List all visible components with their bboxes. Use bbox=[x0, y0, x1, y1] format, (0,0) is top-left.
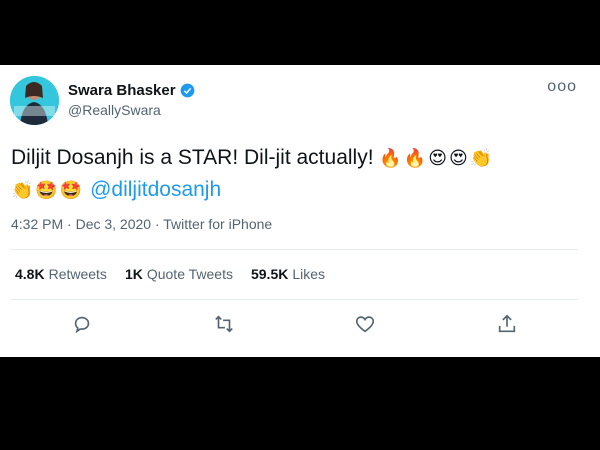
stats-row: 4.8K Retweets 1K Quote Tweets 59.5K Likes bbox=[15, 266, 325, 282]
likes-label: Likes bbox=[292, 266, 326, 282]
quotes-label: Quote Tweets bbox=[146, 266, 233, 282]
reply-icon[interactable] bbox=[71, 313, 93, 335]
divider bbox=[11, 249, 578, 250]
share-icon[interactable] bbox=[496, 313, 518, 335]
tweet-timestamp[interactable]: 4:32 PM · Dec 3, 2020 · Twitter for iPho… bbox=[11, 216, 272, 232]
author-row: Swara Bhasker bbox=[68, 82, 195, 99]
more-icon[interactable]: ooo bbox=[547, 79, 577, 95]
like-icon[interactable] bbox=[354, 313, 376, 335]
author-handle[interactable]: @ReallySwara bbox=[68, 102, 161, 118]
tweet-body: Diljit Dosanjh is a STAR! Dil-jit actual… bbox=[11, 146, 374, 169]
tweet-text: Diljit Dosanjh is a STAR! Dil-jit actual… bbox=[11, 142, 581, 206]
author-name[interactable]: Swara Bhasker bbox=[68, 82, 176, 99]
likes-count: 59.5K bbox=[250, 266, 289, 282]
tweet-emojis-2: 👏🤩🤩 bbox=[11, 180, 85, 201]
retweets-label: Retweets bbox=[48, 266, 107, 282]
quotes-stat[interactable]: 1K Quote Tweets bbox=[125, 266, 233, 282]
action-bar bbox=[0, 309, 600, 339]
tweet-card: Swara Bhasker @ReallySwara ooo Diljit Do… bbox=[0, 65, 600, 357]
likes-stat[interactable]: 59.5K Likes bbox=[251, 266, 325, 282]
retweets-stat[interactable]: 4.8K Retweets bbox=[15, 266, 107, 282]
retweets-count: 4.8K bbox=[15, 266, 45, 282]
tweet-emojis-1: 🔥🔥😍😍👏 bbox=[379, 148, 495, 169]
quotes-count: 1K bbox=[124, 266, 143, 282]
mention-link[interactable]: @diljitdosanjh bbox=[90, 178, 221, 201]
retweet-icon[interactable] bbox=[213, 313, 235, 335]
divider bbox=[11, 299, 578, 300]
verified-icon bbox=[180, 83, 195, 98]
avatar[interactable] bbox=[10, 76, 59, 125]
